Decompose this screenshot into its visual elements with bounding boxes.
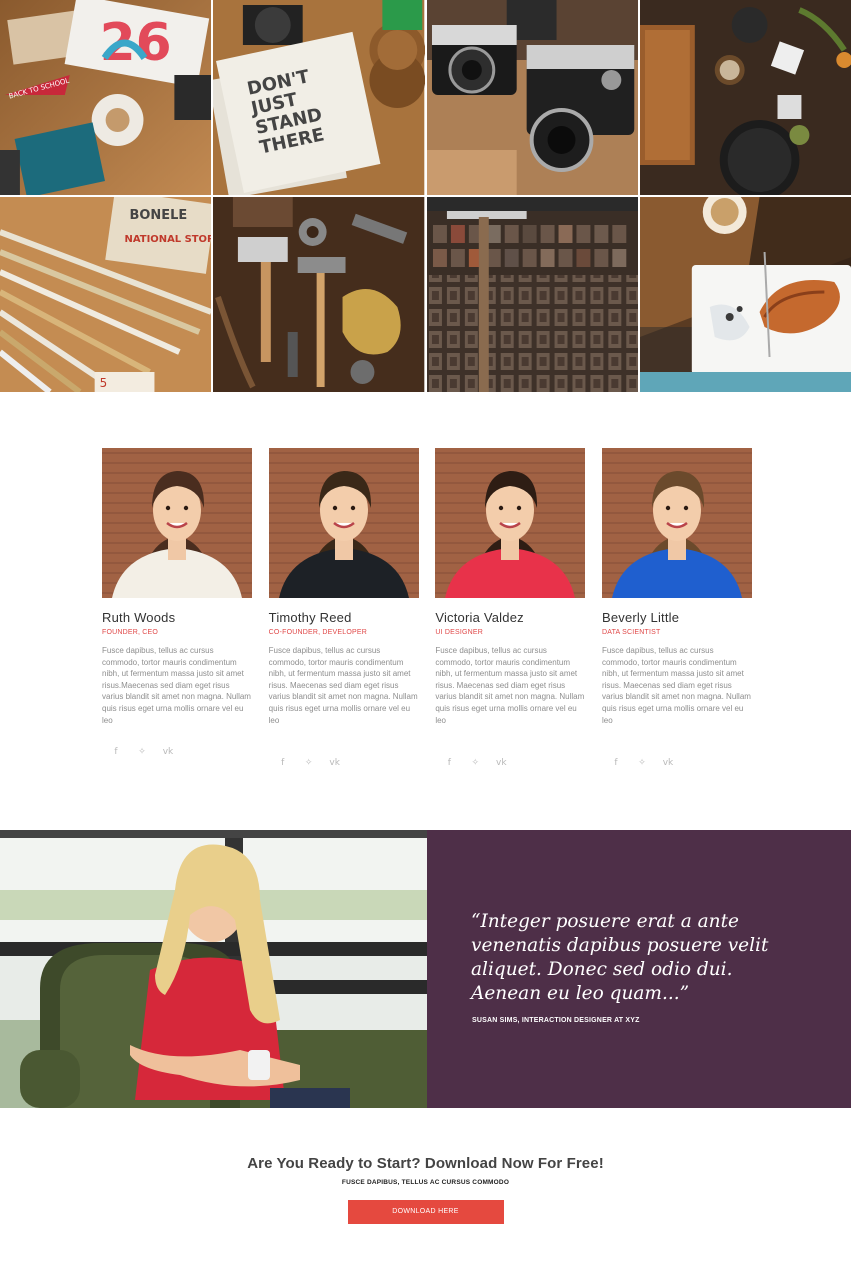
social-links: f ✧ vk <box>435 758 585 768</box>
team-member-name: Beverly Little <box>601 610 680 625</box>
gallery-tile-food[interactable] <box>639 197 851 392</box>
team-member-bio: Fusce dapibus, tellus ac cursus commodo,… <box>102 646 251 725</box>
gallery-tile-kitchen[interactable] <box>639 0 851 195</box>
facebook-icon[interactable]: f <box>443 758 455 768</box>
svg-text:NATIONAL STOR: NATIONAL STOR <box>125 234 212 245</box>
svg-text:BONELE: BONELE <box>130 208 188 223</box>
testimonial-quote: “Integer posuere erat a ante venenatis d… <box>471 911 769 1004</box>
gallery-tile-cameras[interactable] <box>426 0 638 195</box>
download-button[interactable]: DOWNLOAD HERE <box>347 1200 504 1224</box>
cta-title: Are You Ready to Start? Download Now For… <box>247 1155 604 1172</box>
social-links: f ✧ vk <box>602 758 752 768</box>
portrait-photo <box>435 448 586 598</box>
team-member-role: FOUNDER, CEO <box>102 629 159 636</box>
stationery-photo: 26 BACK TO SCHOOL <box>0 0 212 195</box>
portrait-photo <box>102 448 252 598</box>
team-member-card: Ruth Woods FOUNDER, CEO Fusce dapibus, t… <box>102 448 252 768</box>
kitchen-photo <box>639 0 851 195</box>
testimonial-photo <box>0 830 427 1108</box>
gallery-tile-rulers[interactable]: BONELE NATIONAL STOR 5 <box>0 197 212 392</box>
svg-text:5: 5 <box>100 376 108 390</box>
photo-gallery: 26 BACK TO SCHOOL DON'T JUST STAND THERE <box>0 0 851 392</box>
team-member-bio: Fusce dapibus, tellus ac cursus commodo,… <box>268 646 418 725</box>
facebook-icon[interactable]: f <box>610 758 622 768</box>
team-member-name: Timothy Reed <box>268 610 352 625</box>
twitter-icon[interactable]: ✧ <box>303 758 315 768</box>
social-links: f ✧ vk <box>102 747 252 757</box>
team-member-photo <box>102 448 252 598</box>
testimonial-author: SUSAN SIMS, INTERACTION DESIGNER AT XYZ <box>472 1017 640 1024</box>
vk-icon[interactable]: vk <box>495 758 507 768</box>
tools-photo <box>213 197 425 392</box>
twitter-icon[interactable]: ✧ <box>469 758 481 768</box>
facebook-icon[interactable]: f <box>277 758 289 768</box>
vk-icon[interactable]: vk <box>329 758 341 768</box>
team-member-card: Beverly Little DATA SCIENTIST Fusce dapi… <box>601 448 752 768</box>
svg-text:26: 26 <box>100 13 172 73</box>
team-member-name: Victoria Valdez <box>435 610 524 625</box>
team-member-name: Ruth Woods <box>102 610 176 625</box>
team-member-bio: Fusce dapibus, tellus ac cursus commodo,… <box>435 646 585 725</box>
facebook-icon[interactable]: f <box>110 747 122 757</box>
gallery-tile-tools[interactable] <box>213 197 425 392</box>
food-plate-photo <box>639 197 851 392</box>
team-member-role: CO-FOUNDER, DEVELOPER <box>268 629 367 636</box>
team-member-photo <box>435 448 586 598</box>
cameras-photo <box>426 0 638 195</box>
team-member-photo <box>268 448 419 598</box>
portrait-photo <box>601 448 752 598</box>
gallery-tile-letterpress[interactable] <box>426 197 638 392</box>
team-member-bio: Fusce dapibus, tellus ac cursus commodo,… <box>601 646 751 725</box>
team-section: Ruth Woods FOUNDER, CEO Fusce dapibus, t… <box>102 448 752 768</box>
team-member-card: Timothy Reed CO-FOUNDER, DEVELOPER Fusce… <box>268 448 419 768</box>
testimonial-section: “Integer posuere erat a ante venenatis d… <box>0 830 851 1108</box>
rulers-photo: BONELE NATIONAL STOR 5 <box>0 197 212 392</box>
team-member-card: Victoria Valdez UI DESIGNER Fusce dapibu… <box>435 448 586 768</box>
vk-icon[interactable]: vk <box>162 747 174 757</box>
notebook-photo: DON'T JUST STAND THERE <box>213 0 425 195</box>
testimonial-panel: “Integer posuere erat a ante venenatis d… <box>427 830 851 1108</box>
team-member-photo <box>601 448 752 598</box>
letterpress-photo <box>426 197 638 392</box>
team-member-role: UI DESIGNER <box>435 629 484 636</box>
woman-in-chair-photo <box>0 830 427 1108</box>
twitter-icon[interactable]: ✧ <box>636 758 648 768</box>
twitter-icon[interactable]: ✧ <box>136 747 148 757</box>
social-links: f ✧ vk <box>269 758 419 768</box>
team-member-role: DATA SCIENTIST <box>601 629 661 636</box>
portrait-photo <box>268 448 419 598</box>
vk-icon[interactable]: vk <box>662 758 674 768</box>
gallery-tile-notebook[interactable]: DON'T JUST STAND THERE <box>213 0 425 195</box>
cta-section: Are You Ready to Start? Download Now For… <box>0 1155 851 1224</box>
cta-subtitle: FUSCE DAPIBUS, TELLUS AC CURSUS COMMODO <box>341 1179 510 1186</box>
gallery-tile-stationery[interactable]: 26 BACK TO SCHOOL <box>0 0 212 195</box>
